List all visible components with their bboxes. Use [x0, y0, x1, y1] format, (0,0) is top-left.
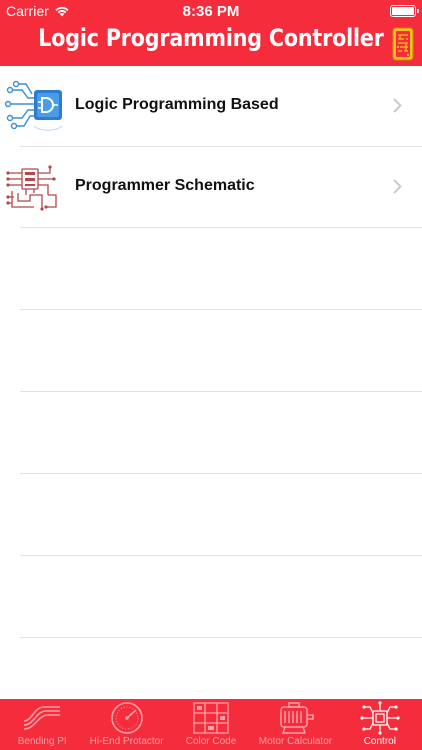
circuit-board-icon[interactable] [392, 27, 414, 61]
list-item-programmer-schematic[interactable]: Programmer Schematic [0, 147, 422, 228]
logic-chip-icon [4, 80, 63, 131]
tab-bar: Bending PI Hi-End Protactor Color Code M… [0, 699, 422, 750]
list-item-label: Programmer Schematic [75, 177, 255, 194]
motor-icon [280, 702, 315, 734]
row-separator [20, 637, 422, 638]
empty-row [0, 556, 422, 638]
empty-row [0, 228, 422, 310]
empty-row [0, 310, 422, 392]
chevron-right-icon [393, 98, 402, 113]
menu-list: Logic Programming Based Programmer Schem… [0, 66, 422, 638]
tab-label: Control [363, 736, 396, 747]
tab-label: Motor Calculator [258, 736, 333, 747]
list-item-label: Logic Programming Based [75, 96, 279, 113]
status-bar: Carrier 8:36 PM [0, 0, 422, 22]
empty-row [0, 474, 422, 556]
tab-label: Color Code [185, 736, 237, 747]
tab-label: Hi-End Protactor [89, 736, 164, 747]
circuit-control-icon [360, 701, 400, 735]
tab-label: Bending PI [17, 736, 67, 747]
list-item-logic-programming[interactable]: Logic Programming Based [0, 66, 422, 147]
chevron-right-icon [393, 179, 402, 194]
tab-control[interactable]: Control [338, 699, 422, 750]
color-code-grid-icon [193, 702, 229, 734]
tab-color-code[interactable]: Color Code [169, 699, 253, 750]
schematic-board-icon [6, 165, 57, 211]
protractor-gauge-icon [110, 702, 143, 734]
tab-motor-calculator[interactable]: Motor Calculator [253, 699, 337, 750]
app-header: Carrier 8:36 PM Logic Programming Contro… [0, 0, 422, 66]
battery-icon [390, 5, 419, 17]
empty-row [0, 392, 422, 474]
status-time: 8:36 PM [182, 3, 240, 20]
page-title: Logic Programming Controller [38, 24, 384, 52]
tab-hi-end-protactor[interactable]: Hi-End Protactor [84, 699, 168, 750]
tab-bending-pi[interactable]: Bending PI [0, 699, 84, 750]
bending-wave-icon [24, 706, 61, 730]
